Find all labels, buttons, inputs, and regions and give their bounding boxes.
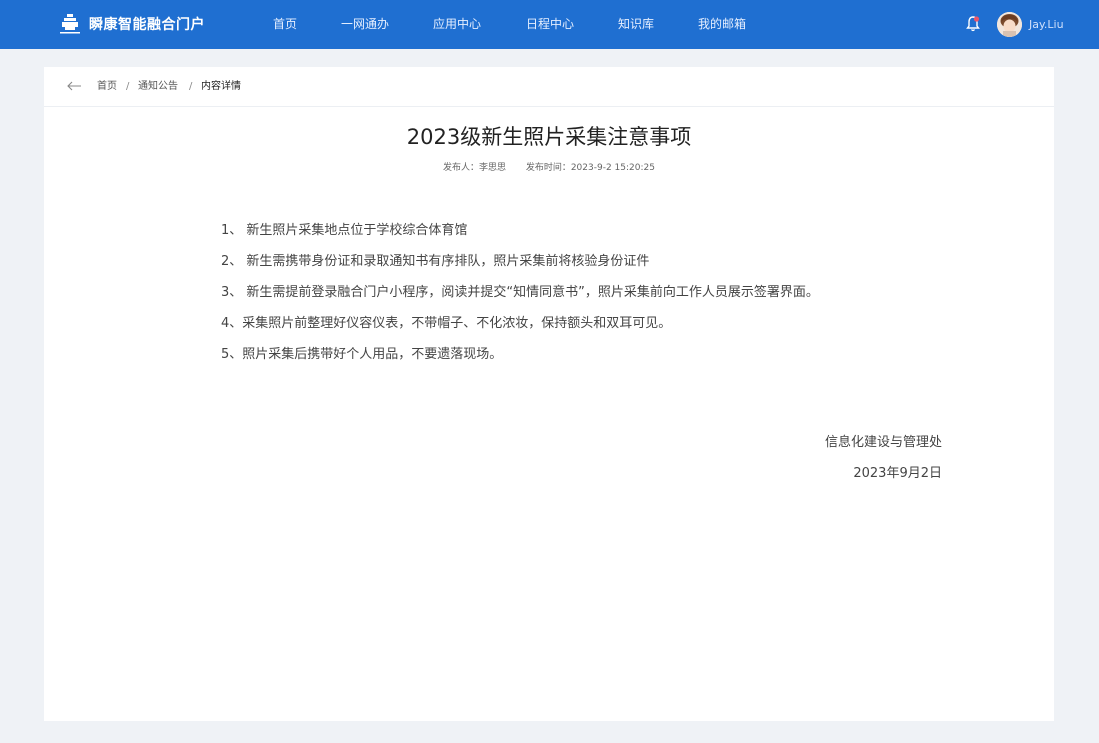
article-item: 2、 新生需携带身份证和录取通知书有序排队，照片采集前将核验身份证件: [221, 254, 650, 269]
nav-one-stop-service[interactable]: 一网通办: [341, 17, 389, 31]
brand-logo-icon: [60, 14, 80, 34]
nav-schedule-center[interactable]: 日程中心: [526, 17, 574, 31]
article-title: 2023级新生照片采集注意事项: [406, 125, 692, 149]
article-meta: 发布人：李思思 发布时间：2023-9-2 15:20:25: [44, 162, 1054, 174]
breadcrumb-separator: /: [126, 81, 130, 92]
publisher-label: 发布人：: [443, 163, 480, 173]
article-item: 1、 新生照片采集地点位于学校综合体育馆: [221, 223, 468, 238]
signature-org: 信息化建设与管理处: [824, 435, 942, 450]
article-signature: 信息化建设与管理处 2023年9月2日: [825, 427, 942, 489]
signature-date: 2023年9月2日: [853, 466, 942, 481]
username[interactable]: Jay.Liu: [1029, 18, 1064, 31]
publish-time: 2023-9-2 15:20:25: [570, 163, 655, 173]
avatar-image-icon: [997, 12, 1022, 37]
breadcrumb-current: 内容详情: [201, 81, 241, 92]
nav-app-center[interactable]: 应用中心: [433, 17, 481, 31]
publisher-name: 李思思: [479, 163, 507, 173]
breadcrumb-notices[interactable]: 通知公告: [138, 81, 178, 93]
brand[interactable]: 瞬康智能融合门户: [58, 12, 205, 36]
article-item: 5、照片采集后携带好个人用品，不要遗落现场。: [221, 347, 503, 362]
brand-title: 瞬康智能融合门户: [89, 17, 205, 33]
publish-time-label: 发布时间：: [525, 163, 571, 173]
breadcrumb: 首页 / 通知公告 / 内容详情: [44, 67, 1054, 107]
breadcrumb-separator: /: [189, 81, 193, 92]
bell-icon[interactable]: [965, 15, 981, 33]
user-avatar[interactable]: [997, 12, 1022, 37]
breadcrumb-home[interactable]: 首页: [97, 81, 117, 93]
article-item: 3、 新生需提前登录融合门户小程序，阅读并提交“知情同意书”，照片采集前向工作人…: [221, 285, 819, 300]
top-navigation-bar: 瞬康智能融合门户 首页 一网通办 应用中心 日程中心 知识库 我的邮箱 Jay.…: [0, 0, 1099, 49]
nav-home[interactable]: 首页: [273, 17, 297, 31]
arrow-left-icon[interactable]: [66, 79, 82, 93]
article-body: 1、 新生照片采集地点位于学校综合体育馆 2、 新生需携带身份证和录取通知书有序…: [221, 215, 981, 370]
nav-my-mailbox[interactable]: 我的邮箱: [698, 17, 746, 31]
article-item: 4、采集照片前整理好仪容仪表，不带帽子、不化浓妆，保持额头和双耳可见。: [221, 316, 672, 331]
article-card: 首页 / 通知公告 / 内容详情 2023级新生照片采集注意事项 发布人：李思思…: [44, 67, 1054, 721]
nav-knowledge-base[interactable]: 知识库: [618, 17, 654, 31]
